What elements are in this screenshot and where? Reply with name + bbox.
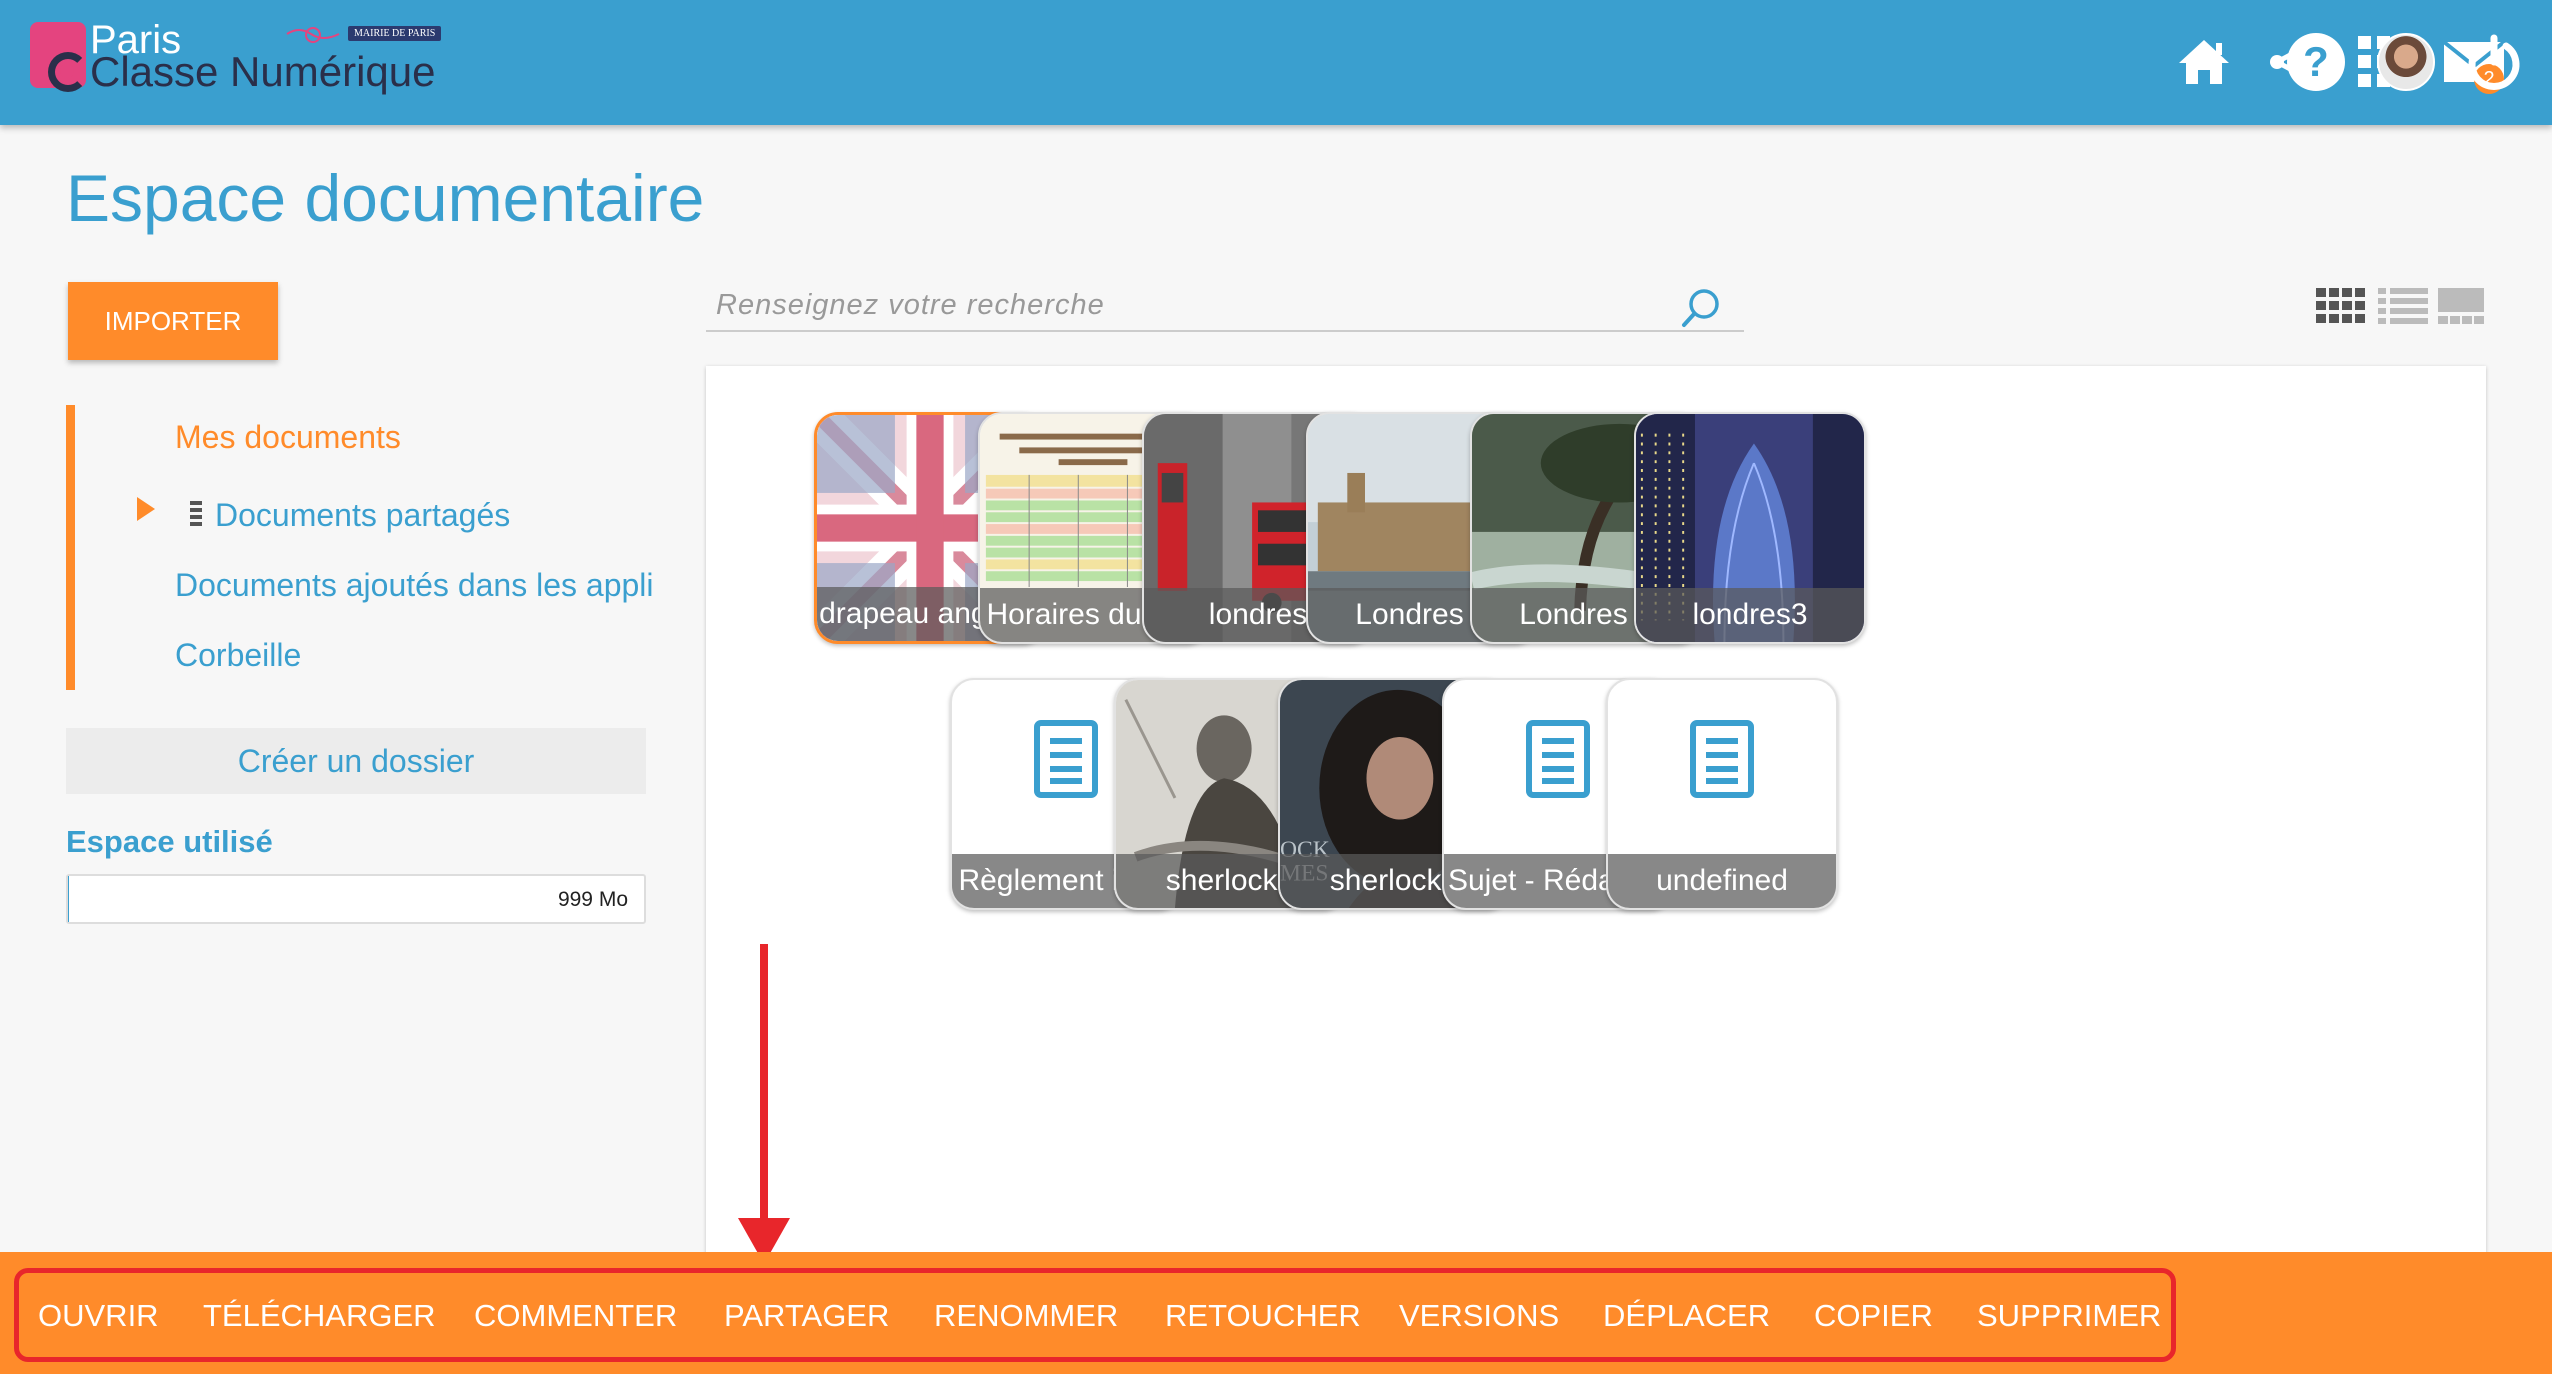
search-bar: [706, 280, 1744, 332]
page-title: Espace documentaire: [66, 161, 705, 235]
action-toolbar: OUVRIR TÉLÉCHARGER COMMENTER PARTAGER RE…: [0, 1252, 2552, 1374]
home-icon[interactable]: [2172, 30, 2236, 94]
create-folder-button[interactable]: Créer un dossier: [66, 728, 646, 794]
avatar[interactable]: [2374, 30, 2438, 94]
mairie-badge: MAIRIE DE PARIS: [348, 26, 442, 41]
storage-value: 999 Mo: [557, 888, 628, 911]
list-view-icon[interactable]: [2378, 286, 2428, 326]
emblem-icon: [286, 27, 340, 43]
import-button[interactable]: IMPORTER: [68, 282, 278, 360]
user-avatar: [2377, 33, 2435, 91]
logo[interactable]: Paris Classe Numérique MAIRIE DE PARIS: [30, 18, 450, 102]
carousel-view-icon[interactable]: [2438, 286, 2484, 326]
logo-classe-text: Classe Numérique: [90, 48, 436, 95]
versions-button[interactable]: VERSIONS: [1399, 1298, 1559, 1334]
documents-panel: drapeau angla… Horaires du CDI londres L…: [706, 366, 2486, 1266]
storage-progress-bar: 999 Mo: [66, 874, 646, 924]
file-tile[interactable]: londres3: [1634, 412, 1866, 644]
view-mode-switcher: [2316, 286, 2484, 326]
document-icon: [1526, 720, 1590, 798]
drag-handle-icon: [190, 501, 202, 527]
folder-tree: Mes documents Documents partagés Documen…: [66, 405, 654, 690]
expand-arrow-icon[interactable]: [137, 497, 155, 521]
download-button[interactable]: TÉLÉCHARGER: [203, 1298, 436, 1334]
search-icon[interactable]: [1680, 286, 1724, 330]
svg-text:?: ?: [2303, 38, 2329, 85]
share-button[interactable]: PARTAGER: [724, 1298, 889, 1334]
top-bar: Paris Classe Numérique MAIRIE DE PARIS 2…: [0, 0, 2552, 125]
comment-button[interactable]: COMMENTER: [474, 1298, 677, 1334]
copy-button[interactable]: COPIER: [1814, 1298, 1933, 1334]
power-icon[interactable]: [2462, 30, 2526, 94]
file-name: londres3: [1636, 588, 1864, 642]
search-input[interactable]: [716, 282, 1616, 328]
logo-dot: [60, 64, 74, 78]
grid-view-icon[interactable]: [2316, 286, 2366, 326]
file-tile[interactable]: undefined: [1606, 678, 1838, 910]
sidebar-item-corbeille[interactable]: Corbeille: [175, 637, 301, 674]
retouch-button[interactable]: RETOUCHER: [1165, 1298, 1361, 1334]
move-button[interactable]: DÉPLACER: [1603, 1298, 1770, 1334]
help-icon[interactable]: ?: [2284, 30, 2348, 94]
storage-progress-fill: [68, 876, 70, 922]
file-name: undefined: [1608, 854, 1836, 908]
document-icon: [1034, 720, 1098, 798]
open-button[interactable]: OUVRIR: [38, 1298, 159, 1334]
rename-button[interactable]: RENOMMER: [934, 1298, 1118, 1334]
sidebar-item-documents-appli[interactable]: Documents ajoutés dans les appli: [175, 567, 654, 604]
annotation-arrow-line: [760, 944, 768, 1230]
sidebar-item-mes-documents[interactable]: Mes documents: [175, 419, 401, 456]
document-icon: [1690, 720, 1754, 798]
sidebar-item-documents-partages[interactable]: Documents partagés: [215, 497, 510, 534]
storage-label: Espace utilisé: [66, 824, 273, 859]
delete-button[interactable]: SUPPRIMER: [1977, 1298, 2161, 1334]
